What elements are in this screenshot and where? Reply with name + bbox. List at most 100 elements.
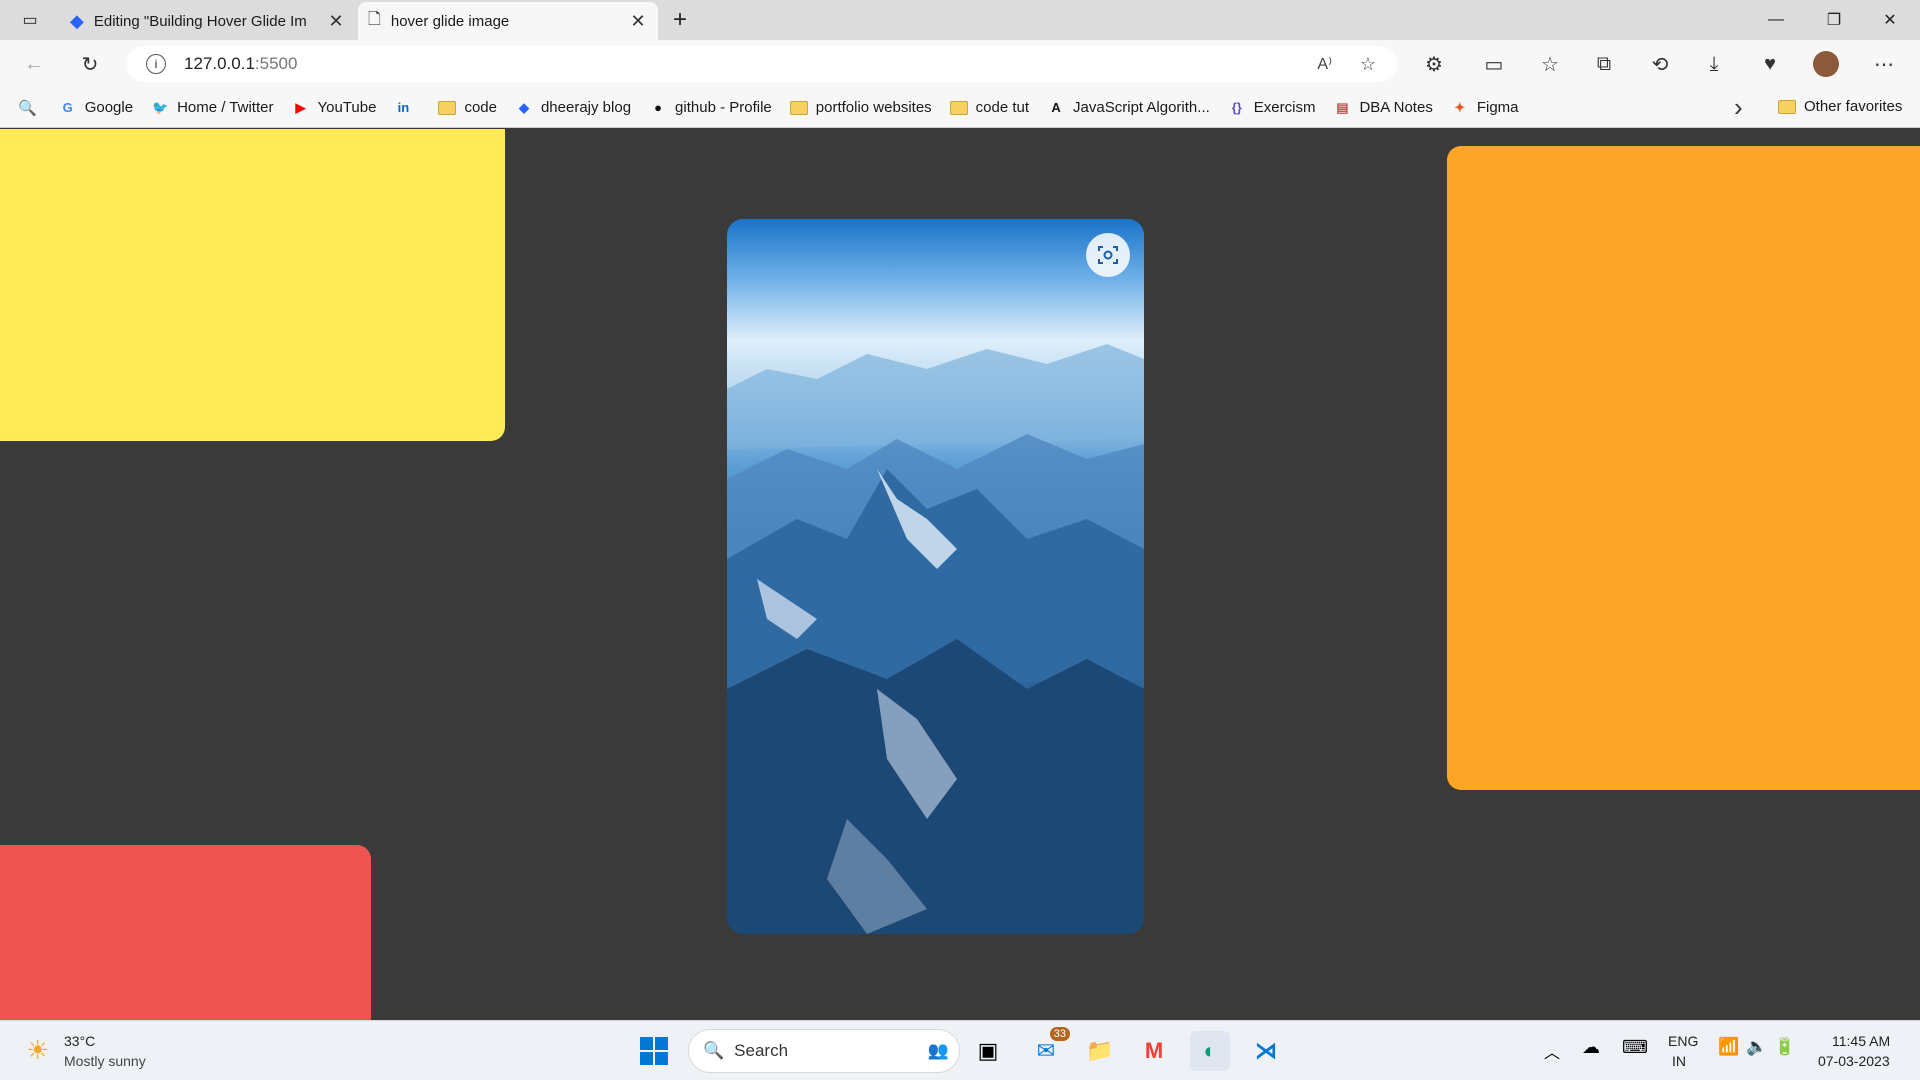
github-icon: ● (654, 100, 662, 115)
bookmark-label: portfolio websites (815, 99, 932, 116)
google-icon: G (62, 100, 73, 115)
hashnode-icon: ◆ (518, 99, 529, 115)
read-aloud-icon[interactable]: A⁾ (1317, 54, 1332, 74)
browser-toolbar: ← ↻ i 127.0.0.1 :5500 A⁾ ☆ ⚙ ▭ ☆ ⧉ ⟲ ⤓ ♥… (0, 40, 1920, 88)
youtube-icon: ▶ (295, 99, 306, 115)
people-icon: 👥 (927, 1041, 949, 1060)
bookmark-item[interactable]: ● github - Profile (649, 99, 772, 117)
close-tab-icon[interactable]: ✕ (326, 11, 346, 32)
taskbar: ☀ 33°C Mostly sunny 🔍 Search 👥 ▣ ✉ 33 📁 M… (0, 1020, 1920, 1080)
task-view-icon[interactable]: ▣ (968, 1031, 1008, 1071)
new-tab-button[interactable]: + (660, 0, 700, 40)
edge-icon[interactable]: ◐ (1190, 1031, 1230, 1071)
add-favorite-icon[interactable]: ☆ (1360, 54, 1376, 75)
folder-icon (789, 100, 808, 115)
bookmark-label: DBA Notes (1359, 99, 1433, 116)
bookmark-item[interactable]: ✦ Figma (1451, 99, 1518, 117)
tab-editing[interactable]: ◆ Editing "Building Hover Glide Im ✕ (60, 2, 356, 40)
mail-badge: 33 (1049, 1027, 1070, 1041)
search-icon: 🔍 (703, 1041, 725, 1060)
fcc-icon: A (1051, 100, 1061, 115)
collections-icon[interactable]: ⧉ (1586, 40, 1622, 88)
clock-time[interactable]: 11:45 AM (1832, 1033, 1890, 1049)
start-button[interactable] (634, 1031, 674, 1071)
search-icon[interactable]: 🔍 (18, 99, 37, 117)
language[interactable]: ENG (1668, 1033, 1698, 1049)
bookmark-item[interactable]: code (438, 99, 497, 116)
restore-button[interactable]: ❐ (1806, 0, 1862, 40)
favorites-icon[interactable]: ☆ (1532, 40, 1568, 88)
avatar[interactable] (1808, 40, 1844, 88)
cast-icon[interactable]: ▭ (1476, 40, 1512, 88)
taskbar-search[interactable]: 🔍 Search 👥 (688, 1029, 960, 1073)
more-menu-icon[interactable]: ⋯ (1866, 40, 1902, 88)
yellow-block (0, 129, 505, 441)
close-window-button[interactable]: ✕ (1862, 0, 1918, 40)
bookmark-item[interactable]: A JavaScript Algorith... (1047, 99, 1210, 117)
health-icon[interactable]: ♥ (1752, 40, 1788, 88)
region[interactable]: IN (1672, 1053, 1686, 1069)
url-host: 127.0.0.1 (184, 54, 255, 73)
clock-date[interactable]: 07-03-2023 (1818, 1053, 1890, 1069)
gmail-icon[interactable]: M (1134, 1031, 1174, 1071)
bookmarks-bar: 🔍 G Google 🐦 Home / Twitter ▶ YouTube in code ◆ d… (0, 88, 1920, 128)
bookmark-label: Google (84, 99, 134, 116)
wifi-icon[interactable]: 📶 (1718, 1037, 1739, 1057)
bookmark-item[interactable]: ▶ YouTube (291, 99, 376, 117)
figma-icon: ✦ (1454, 99, 1466, 115)
folder-icon (1778, 99, 1796, 114)
bookmark-label: JavaScript Algorith... (1073, 99, 1210, 116)
bookmark-label: code tut (975, 99, 1030, 116)
bookmark-item[interactable]: ◆ dheerajy blog (515, 99, 631, 117)
bookmark-item[interactable]: in (394, 99, 420, 117)
bookmark-item[interactable]: ▤ DBA Notes (1333, 99, 1433, 117)
folder-icon (438, 100, 457, 115)
mail-icon[interactable]: ✉ 33 (1026, 1027, 1070, 1071)
file-explorer-icon[interactable]: 📁 (1080, 1031, 1120, 1071)
tab-actions-icon[interactable]: ▭ (8, 0, 52, 40)
volume-icon[interactable]: 🔈 (1746, 1037, 1767, 1057)
other-favorites[interactable]: Other favorites (1778, 98, 1902, 115)
windows-icon (640, 1037, 668, 1065)
extensions-icon[interactable]: ⚙ (1416, 40, 1452, 88)
mountain-image-card[interactable] (727, 219, 1144, 934)
search-label: Search (734, 1041, 789, 1060)
linkedin-icon: in (397, 100, 410, 115)
show-hidden-icons[interactable]: ︿ (1544, 1039, 1560, 1063)
url-port: :5500 (254, 54, 298, 73)
minimize-button[interactable]: — (1748, 0, 1804, 40)
tab-title: hover glide image (390, 12, 510, 30)
info-icon[interactable]: i (146, 54, 166, 74)
notes-icon: ▤ (1336, 99, 1349, 115)
exercism-icon: {} (1231, 100, 1242, 115)
bookmark-item[interactable]: portfolio websites (789, 99, 932, 116)
address-bar[interactable]: i 127.0.0.1 :5500 A⁾ ☆ (126, 46, 1398, 82)
bookmark-label: code (464, 99, 497, 116)
battery-icon[interactable]: 🔋 (1774, 1037, 1795, 1057)
visual-search-button[interactable] (1086, 233, 1130, 277)
onedrive-icon[interactable]: ☁ (1582, 1037, 1600, 1058)
history-icon[interactable]: ⟲ (1642, 40, 1678, 88)
vscode-icon[interactable]: ⋊ (1246, 1031, 1286, 1071)
bookmark-item[interactable]: {} Exercism (1228, 99, 1316, 117)
tab-hover-glide[interactable]: 🗋 hover glide image ✕ (358, 2, 658, 40)
back-icon[interactable]: ← (16, 40, 52, 88)
weather-icon[interactable]: ☀ (26, 1035, 49, 1066)
bookmark-label: Exercism (1253, 99, 1316, 116)
folder-icon (949, 100, 968, 115)
bookmark-item[interactable]: 🐦 Home / Twitter (151, 99, 274, 117)
bookmarks-more-button[interactable]: › (1734, 92, 1743, 123)
orange-block (1447, 146, 1920, 790)
mountain-image (727, 344, 1144, 934)
bookmark-label: dheerajy blog (540, 99, 632, 116)
refresh-icon[interactable]: ↻ (72, 40, 108, 88)
page-content (0, 129, 1920, 1020)
bookmark-item[interactable]: G Google (59, 99, 133, 117)
page-icon: 🗋 (368, 10, 381, 28)
bookmark-label: github - Profile (675, 99, 772, 116)
bookmark-item[interactable]: code tut (949, 99, 1030, 116)
title-bar: ▭ ◆ Editing "Building Hover Glide Im ✕ 🗋… (0, 0, 1920, 40)
close-tab-icon[interactable]: ✕ (628, 11, 648, 32)
keyboard-icon[interactable]: ⌨ (1622, 1037, 1648, 1058)
downloads-icon[interactable]: ⤓ (1696, 40, 1732, 88)
